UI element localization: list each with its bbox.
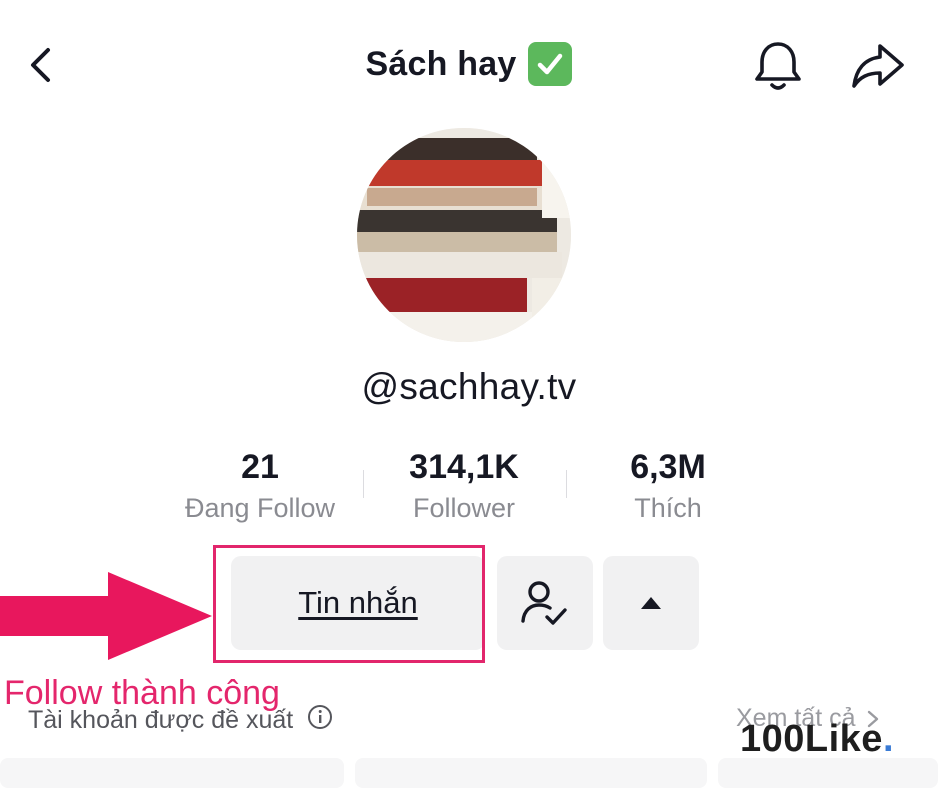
stat-followers[interactable]: 314,1K Follower	[364, 448, 564, 524]
stat-label: Đang Follow	[184, 493, 336, 523]
watermark-dot: .	[882, 718, 895, 760]
share-arrow-icon	[852, 44, 904, 88]
suggested-account-card[interactable]	[0, 758, 344, 788]
chevron-left-icon	[31, 48, 50, 82]
stat-value: 21	[241, 448, 279, 486]
stat-likes[interactable]: 6,3M Thích	[568, 448, 768, 524]
book-stack-avatar	[357, 128, 571, 342]
share-button[interactable]	[848, 40, 908, 92]
notification-button[interactable]	[748, 36, 808, 96]
pointer-arrow	[0, 572, 216, 660]
avatar[interactable]	[357, 128, 571, 342]
bell-icon	[755, 42, 801, 90]
watermark: 100Like.	[740, 718, 894, 761]
highlight-box	[213, 545, 485, 663]
stat-value: 6,3M	[630, 448, 706, 486]
back-button[interactable]	[22, 40, 62, 90]
suggested-accounts-label: Tài khoản được đề xuất	[28, 706, 294, 734]
check-mark-button-icon	[528, 42, 573, 86]
stats-row: 21 Đang Follow 314,1K Follower 6,3M Thíc…	[0, 448, 938, 538]
info-icon[interactable]	[307, 704, 333, 737]
suggested-accounts-header: Tài khoản được đề xuất	[28, 704, 333, 737]
stat-following[interactable]: 21 Đang Follow	[160, 448, 360, 524]
stat-label: Thích	[634, 493, 702, 523]
username: @sachhay.tv	[361, 366, 577, 407]
stat-divider	[566, 470, 567, 498]
caret-up-icon	[641, 597, 661, 609]
suggested-account-card[interactable]	[355, 758, 707, 788]
stat-value: 314,1K	[409, 448, 519, 486]
stat-label: Follower	[412, 493, 516, 523]
suggested-toggle-button[interactable]	[603, 556, 699, 650]
following-status-button[interactable]	[497, 556, 593, 650]
watermark-text: 100Like	[740, 718, 883, 760]
suggested-account-card[interactable]	[718, 758, 938, 788]
user-check-icon	[521, 581, 567, 625]
page-title: Sách hay	[365, 44, 517, 83]
